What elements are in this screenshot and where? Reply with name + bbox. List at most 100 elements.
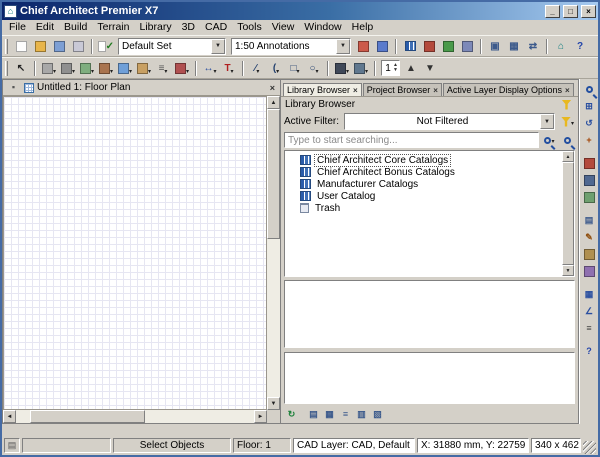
adjust-lights-icon[interactable] <box>581 263 598 279</box>
close-tab-icon[interactable]: × <box>433 86 438 95</box>
print-icon[interactable] <box>69 38 87 55</box>
select-objects-icon[interactable]: ↖ <box>12 60 30 77</box>
library-tree-item-chief-architect-core-catalogs[interactable]: Chief Architect Core Catalogs <box>300 153 561 167</box>
railing-tools-icon[interactable]: ▾ <box>78 60 96 77</box>
library-tree-item-user-catalog[interactable]: User Catalog <box>300 190 561 202</box>
menu-item-tools[interactable]: Tools <box>232 20 267 35</box>
toolbar-grip[interactable] <box>5 60 8 76</box>
menu-item-view[interactable]: View <box>267 20 300 35</box>
chevron-down-icon[interactable]: ▼ <box>540 114 554 129</box>
window-tools-icon[interactable]: ▾ <box>116 60 134 77</box>
shelf-view-icon[interactable]: ▤ <box>306 408 321 422</box>
preview-pane-icon[interactable]: ▥ <box>354 408 369 422</box>
library-search-input[interactable] <box>284 132 539 148</box>
camera-view-tools-icon[interactable]: ▾ <box>333 60 351 77</box>
floor-up-icon[interactable]: ▲ <box>402 60 420 77</box>
elevation-view-tools-icon[interactable]: ▾ <box>352 60 370 77</box>
resize-grip[interactable] <box>583 441 596 454</box>
dimension-tools-icon[interactable]: ↔ ▾ <box>201 60 219 77</box>
library-tree-item-manufacturer-catalogs[interactable]: Manufacturer Catalogs <box>300 178 561 190</box>
search-icon[interactable] <box>560 133 575 147</box>
zoom-icon[interactable] <box>581 81 598 97</box>
edit-active-toolbar-icon[interactable] <box>354 38 372 55</box>
close-tab-icon[interactable]: × <box>353 86 358 95</box>
door-tools-icon[interactable]: ▾ <box>97 60 115 77</box>
menu-item-edit[interactable]: Edit <box>31 20 59 35</box>
text-tools-icon[interactable]: T ▾ <box>220 60 238 77</box>
new-plan-icon[interactable] <box>12 38 30 55</box>
menu-item-3d[interactable]: 3D <box>177 20 200 35</box>
library-browser-icon[interactable] <box>401 38 419 55</box>
tab-active-layer-display-options[interactable]: Active Layer Display Options × <box>442 83 574 96</box>
scroll-down-icon[interactable]: ▼ <box>562 265 574 276</box>
active-filter-combo[interactable]: Not Filtered ▼ <box>344 113 555 130</box>
filters-panel-icon[interactable]: ▧ <box>370 408 385 422</box>
dock-handle-icon[interactable]: ▪ <box>6 81 21 95</box>
scroll-up-icon[interactable]: ▲ <box>562 151 574 162</box>
cad-arc-tools-icon[interactable]: (▾ <box>267 60 285 77</box>
save-plan-icon[interactable] <box>50 38 68 55</box>
cad-circle-tools-icon[interactable]: ○ ▾ <box>305 60 323 77</box>
help-icon[interactable]: ? <box>571 38 589 55</box>
menu-item-build[interactable]: Build <box>59 20 92 35</box>
horizontal-scrollbar[interactable]: ◄ ► <box>3 410 267 423</box>
project-browser-icon[interactable] <box>420 38 438 55</box>
menu-item-library[interactable]: Library <box>134 20 176 35</box>
floor-down-icon[interactable]: ▼ <box>421 60 439 77</box>
scroll-right-icon[interactable]: ► <box>254 410 267 423</box>
annotation-set-combo[interactable]: 1:50 Annotations ▼ <box>231 37 351 55</box>
close-button[interactable]: × <box>581 4 596 18</box>
undo-zoom-icon[interactable]: ↺ <box>581 115 598 131</box>
floor-plan-canvas[interactable] <box>3 96 267 410</box>
v-scroll-thumb[interactable] <box>267 109 280 239</box>
fill-window-icon[interactable]: ⊞ <box>581 98 598 114</box>
scroll-up-icon[interactable]: ▲ <box>267 96 280 109</box>
library-tree-item-trash[interactable]: Trash <box>300 202 561 214</box>
menu-item-cad[interactable]: CAD <box>200 20 232 35</box>
current-floor-control[interactable]: 1 ▲ ▼ <box>381 60 400 76</box>
status-cad-layer[interactable]: CAD Layer: CAD, Default <box>293 438 415 453</box>
tab-library-browser[interactable]: Library Browser × <box>283 83 362 96</box>
material-painter-icon[interactable] <box>581 246 598 262</box>
edit-layers-icon[interactable]: ✎ <box>581 229 598 245</box>
angle-snaps-icon[interactable]: ∠ <box>581 303 598 319</box>
search-options-icon[interactable]: ▾ <box>542 133 557 147</box>
menu-item-help[interactable]: Help <box>347 20 379 35</box>
tab-project-browser[interactable]: Project Browser × <box>362 83 442 96</box>
tile-windows-icon[interactable]: ▦ <box>505 38 523 55</box>
tab-floor-plan[interactable]: Untitled 1: Floor Plan <box>24 82 130 93</box>
menu-item-terrain[interactable]: Terrain <box>92 20 134 35</box>
wall-tools-icon[interactable]: ▾ <box>40 60 58 77</box>
filters-funnel-icon[interactable] <box>559 98 574 112</box>
toolbar-grip[interactable] <box>5 38 8 54</box>
add-filter-funnel-icon[interactable]: ▾ <box>560 115 575 129</box>
layer-display-options-icon[interactable]: ▤ <box>581 212 598 228</box>
scroll-left-icon[interactable]: ◄ <box>3 410 16 423</box>
library-tree-item-chief-architect-bonus-catalogs[interactable]: Chief Architect Bonus Catalogs <box>300 166 561 178</box>
cabinet-tools-icon[interactable]: ▾ <box>135 60 153 77</box>
menu-item-file[interactable]: File <box>4 20 31 35</box>
cad-line-tools-icon[interactable]: ∕ ▾ <box>248 60 266 77</box>
menu-item-window[interactable]: Window <box>299 20 346 35</box>
update-library-catalogs-icon[interactable] <box>439 38 457 55</box>
default-set-combo[interactable]: Default Set ▼ <box>118 37 226 55</box>
swap-views-icon[interactable]: ⇄ <box>524 38 542 55</box>
scroll-down-icon[interactable]: ▼ <box>267 397 280 410</box>
stair-tools-icon[interactable]: ≡ ▾ <box>154 60 172 77</box>
tile-view-icon[interactable]: ▦ <box>322 408 337 422</box>
minimize-button[interactable]: _ <box>545 4 560 18</box>
open-plan-icon[interactable] <box>31 38 49 55</box>
customize-toolbar-icon[interactable] <box>373 38 391 55</box>
cascade-windows-icon[interactable]: ▣ <box>486 38 504 55</box>
home-icon[interactable]: ⌂ <box>552 38 570 55</box>
pan-window-icon[interactable]: + <box>581 132 598 148</box>
vertical-scrollbar[interactable]: ▲ ▼ <box>267 96 280 410</box>
tree-scrollbar[interactable]: ▲ ▼ <box>562 151 574 276</box>
tree-scroll-thumb[interactable] <box>562 162 574 265</box>
curved-wall-tools-icon[interactable]: ▾ <box>59 60 77 77</box>
chevron-down-icon[interactable]: ▼ <box>211 38 225 54</box>
close-tab-icon[interactable]: × <box>565 86 570 95</box>
help-icon[interactable]: ? <box>581 343 598 359</box>
full-camera-icon[interactable] <box>581 155 598 171</box>
perspective-view-icon[interactable] <box>581 172 598 188</box>
